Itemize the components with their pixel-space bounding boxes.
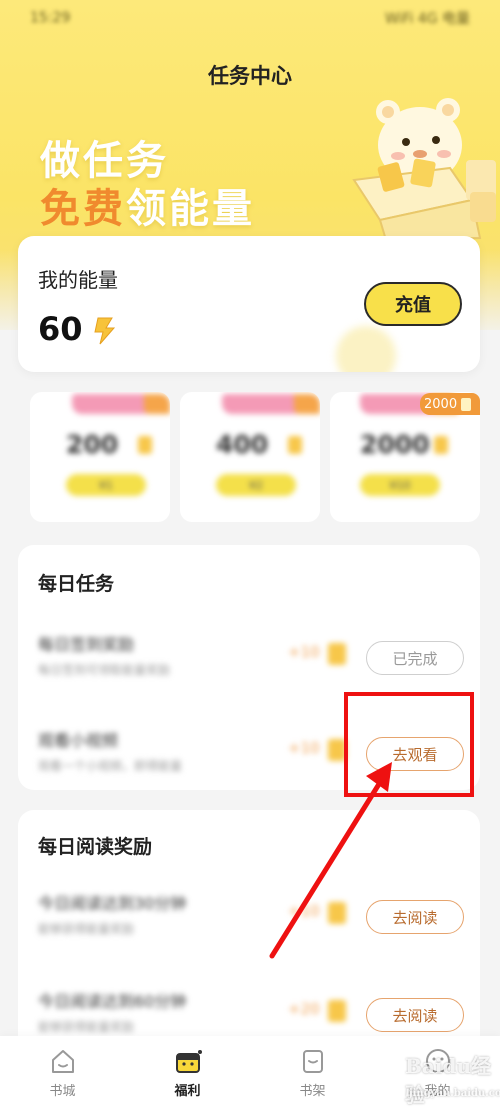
tab-bookshelf[interactable]: 书架	[250, 1036, 375, 1111]
energy-label: 我的能量	[38, 268, 118, 292]
energy-decoration	[336, 326, 396, 372]
slogan-rest: 领能量	[126, 186, 255, 232]
package-buy-button[interactable]: ¥10	[360, 474, 440, 496]
my-energy-card: 我的能量 60 充值	[18, 236, 480, 372]
status-time: 15:29	[30, 10, 71, 26]
task-title: 今日阅读达到60分钟	[38, 992, 187, 1011]
badge-bolt-icon	[461, 397, 472, 411]
task-title: 每日签到奖励	[38, 635, 135, 654]
package-badge: 2000	[420, 393, 480, 415]
go-read-button[interactable]: 去阅读	[366, 998, 464, 1032]
energy-package-400[interactable]: 400 ¥2	[180, 392, 320, 522]
package-buy-button[interactable]: ¥1	[66, 474, 146, 496]
slogan-line1: 做任务	[40, 138, 169, 184]
task-reward: +10	[288, 739, 320, 757]
tab-label: 书城	[49, 1084, 76, 1099]
task-title: 今日阅读达到30分钟	[38, 894, 187, 913]
task-desc: 每日签到可领取能量奖励	[38, 663, 171, 677]
energy-package-200[interactable]: 200 ¥1	[30, 392, 170, 522]
tab-welfare[interactable]: 福利	[125, 1036, 250, 1111]
home-icon	[51, 1050, 74, 1073]
package-tag	[72, 394, 170, 414]
daily-tasks-title: 每日任务	[38, 573, 115, 595]
package-amount: 2000	[360, 430, 430, 459]
go-read-button[interactable]: 去阅读	[366, 900, 464, 934]
annotation-highlight-box	[344, 692, 474, 797]
task-row-read-30: 今日阅读达到30分钟 能够获得能量奖励 +10 去阅读	[18, 882, 480, 972]
task-reward: +10	[288, 902, 320, 920]
slogan-line2: 免费领能量	[40, 184, 255, 234]
task-desc: 能够获得能量奖励	[38, 922, 135, 936]
task-reward: +20	[288, 1000, 320, 1018]
package-bolt-icon	[138, 436, 152, 454]
package-amount: 200	[66, 430, 119, 459]
reading-rewards-title: 每日阅读奖励	[38, 836, 153, 858]
package-amount: 400	[216, 430, 269, 459]
task-desc: 能够获得能量奖励	[38, 1020, 135, 1034]
watermark-text: Baidu经验	[405, 1054, 491, 1107]
package-tag	[222, 394, 320, 414]
page-title: 任务中心	[208, 64, 292, 88]
reward-bolt-icon	[328, 902, 346, 924]
tab-label: 福利	[174, 1084, 201, 1099]
baidu-jingyan-watermark: Baidu经验 jingyan.baidu.com	[405, 1050, 500, 1107]
slogan-free: 免费	[40, 186, 126, 232]
gift-pot-icon	[175, 1050, 202, 1073]
reward-bolt-icon	[328, 643, 346, 665]
energy-bolt-icon	[94, 317, 116, 345]
package-bolt-icon	[288, 436, 302, 454]
tab-label: 书架	[299, 1084, 326, 1099]
bookshelf-icon	[302, 1050, 323, 1073]
package-badge-text: 2000	[424, 396, 458, 412]
bear-mascot-illustration	[352, 98, 496, 240]
watermark-site: jingyan.baidu.com	[409, 1088, 500, 1099]
package-bolt-icon	[434, 436, 448, 454]
reward-bolt-icon	[328, 1000, 346, 1022]
banner-slogan: 做任务 免费领能量	[40, 138, 255, 234]
status-indicators: WiFi 4G 电量	[384, 11, 470, 27]
energy-value: 60	[38, 310, 83, 348]
tab-bookstore[interactable]: 书城	[0, 1036, 125, 1111]
task-title: 观看小视频	[38, 731, 119, 750]
recharge-button[interactable]: 充值	[364, 282, 462, 326]
task-reward: +10	[288, 643, 320, 661]
status-bar: 15:29 WiFi 4G 电量	[0, 0, 500, 36]
task-desc: 观看一个小视频，即得能量	[38, 759, 183, 773]
task-done-button[interactable]: 已完成	[366, 641, 464, 675]
reading-rewards-section: 每日阅读奖励 今日阅读达到30分钟 能够获得能量奖励 +10 去阅读 今日阅读达…	[18, 810, 480, 1060]
package-buy-button[interactable]: ¥2	[216, 474, 296, 496]
